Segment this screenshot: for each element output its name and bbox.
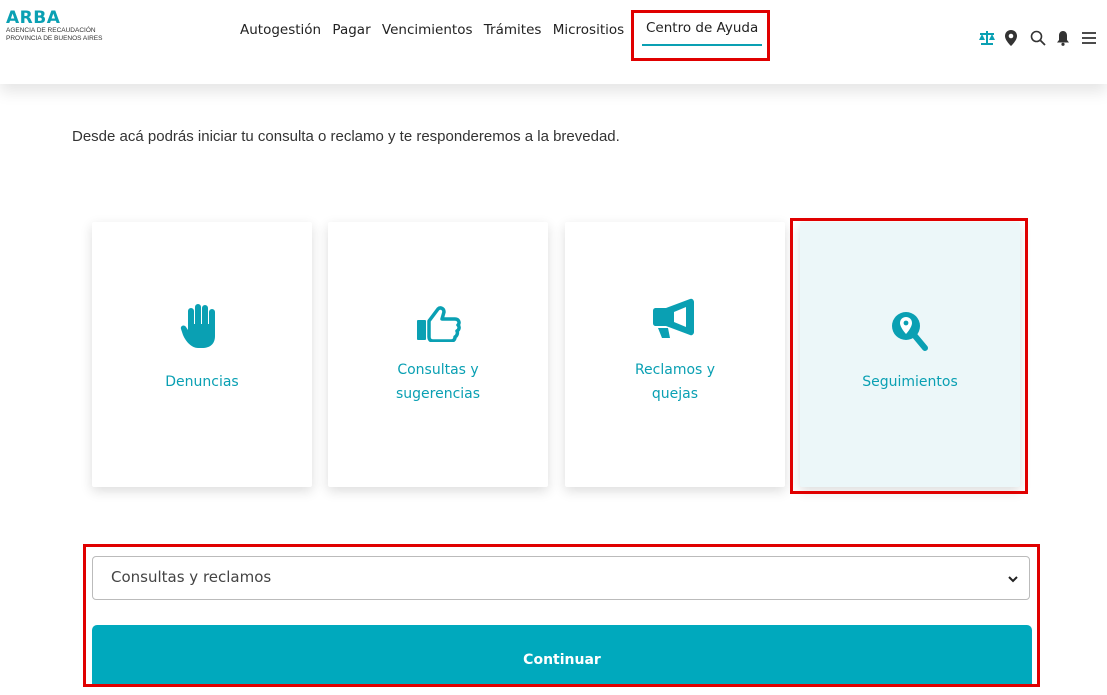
nav-item-autogestion[interactable]: Autogestión (240, 22, 321, 38)
chevron-down-icon (1007, 571, 1019, 589)
nav-active-underline (642, 44, 762, 46)
select-value: Consultas y reclamos (111, 568, 272, 586)
card-consultas-sugerencias[interactable]: Consultas y sugerencias (328, 222, 548, 487)
header-icons (978, 30, 1098, 46)
logo-subtitle-2: PROVINCIA DE BUENOS AIRES (6, 34, 103, 42)
bell-icon[interactable] (1056, 30, 1072, 46)
menu-icon[interactable] (1082, 30, 1098, 46)
card-denuncias[interactable]: Denuncias (92, 222, 312, 487)
thumbs-up-icon (328, 306, 548, 347)
card-seguimientos[interactable]: Seguimientos (800, 222, 1020, 487)
intro-text: Desde acá podrás iniciar tu consulta o r… (72, 128, 620, 145)
nav-item-centro-de-ayuda[interactable]: Centro de Ayuda (646, 20, 758, 36)
nav-item-micrositios[interactable]: Micrositios (553, 22, 624, 38)
map-pin-icon[interactable] (1004, 30, 1020, 46)
nav-item-pagar[interactable]: Pagar (332, 22, 370, 38)
logo-title: ARBA (6, 8, 61, 28)
logo-subtitle-1: AGENCIA DE RECAUDACIÓN (6, 27, 96, 34)
card-label-line2: sugerencias (395, 386, 481, 402)
card-label: Denuncias (165, 374, 239, 390)
card-label: Seguimientos (862, 374, 958, 390)
card-label-line2: quejas (651, 386, 699, 402)
balance-scale-icon[interactable] (978, 30, 995, 46)
nav-item-vencimientos[interactable]: Vencimientos (382, 22, 473, 38)
search-location-icon (800, 308, 1020, 357)
arba-logo[interactable]: ARBA AGENCIA DE RECAUDACIÓN PROVINCIA DE… (6, 10, 102, 42)
megaphone-icon (565, 298, 785, 343)
main-nav: Autogestión Pagar Vencimientos Trámites … (240, 22, 631, 38)
nav-item-tramites[interactable]: Trámites (484, 22, 542, 38)
card-label: Reclamos y (634, 362, 716, 378)
continue-button[interactable]: Continuar (92, 625, 1032, 687)
hand-icon (92, 302, 312, 355)
category-select[interactable]: Consultas y reclamos (92, 556, 1030, 600)
search-icon[interactable] (1030, 30, 1046, 46)
card-label: Consultas y (397, 362, 479, 378)
site-header: ARBA AGENCIA DE RECAUDACIÓN PROVINCIA DE… (0, 0, 1107, 84)
card-reclamos-quejas[interactable]: Reclamos y quejas (565, 222, 785, 487)
